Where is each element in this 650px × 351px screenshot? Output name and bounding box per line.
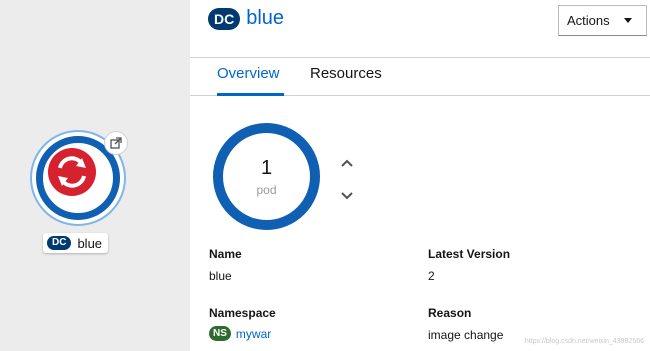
scale-down-icon[interactable] [340, 189, 354, 203]
open-url-icon[interactable] [104, 131, 128, 155]
tab-bar: Overview Resources [190, 58, 650, 96]
dc-badge: DC [208, 7, 241, 30]
actions-label: Actions [567, 13, 610, 28]
node-name: blue [77, 235, 103, 251]
pod-count: 1 [260, 156, 273, 179]
panel-header: DC blue Actions [190, 0, 650, 58]
detail-value: 2 [428, 269, 435, 283]
node-label[interactable]: DC blue [43, 233, 109, 253]
namespace-row: NS mywar [209, 326, 276, 341]
actions-dropdown-button[interactable]: Actions [558, 5, 647, 36]
ns-badge: NS [209, 326, 231, 341]
detail-namespace: Namespace NS mywar [209, 306, 276, 341]
openshift-logo-icon [48, 148, 96, 196]
topology-canvas[interactable]: DC blue [0, 0, 190, 351]
tab-overview[interactable]: Overview [217, 65, 284, 96]
watermark: https://blog.csdn.net/weixin_43992566 [524, 338, 644, 345]
detail-label: Reason [428, 306, 472, 320]
detail-label: Namespace [209, 306, 276, 320]
detail-value: blue [209, 269, 232, 283]
detail-name: Name blue [209, 247, 242, 283]
namespace-link[interactable]: mywar [236, 327, 271, 341]
detail-latest-version: Latest Version 2 [428, 247, 510, 283]
resource-name-link[interactable]: blue [246, 7, 284, 30]
resource-title: DC blue [208, 7, 284, 30]
caret-down-icon [624, 18, 632, 23]
scale-up-icon[interactable] [340, 156, 354, 170]
details-panel: DC blue Actions Overview Resources 1 pod… [190, 0, 650, 351]
detail-value: image change [428, 328, 504, 342]
tab-resources[interactable]: Resources [310, 65, 382, 96]
dc-badge: DC [47, 236, 72, 250]
detail-label: Name [209, 247, 242, 261]
pod-unit: pod [256, 182, 277, 197]
pod-ring: 1 pod [213, 123, 320, 230]
detail-reason: Reason image change [428, 306, 503, 342]
detail-label: Latest Version [428, 247, 511, 261]
